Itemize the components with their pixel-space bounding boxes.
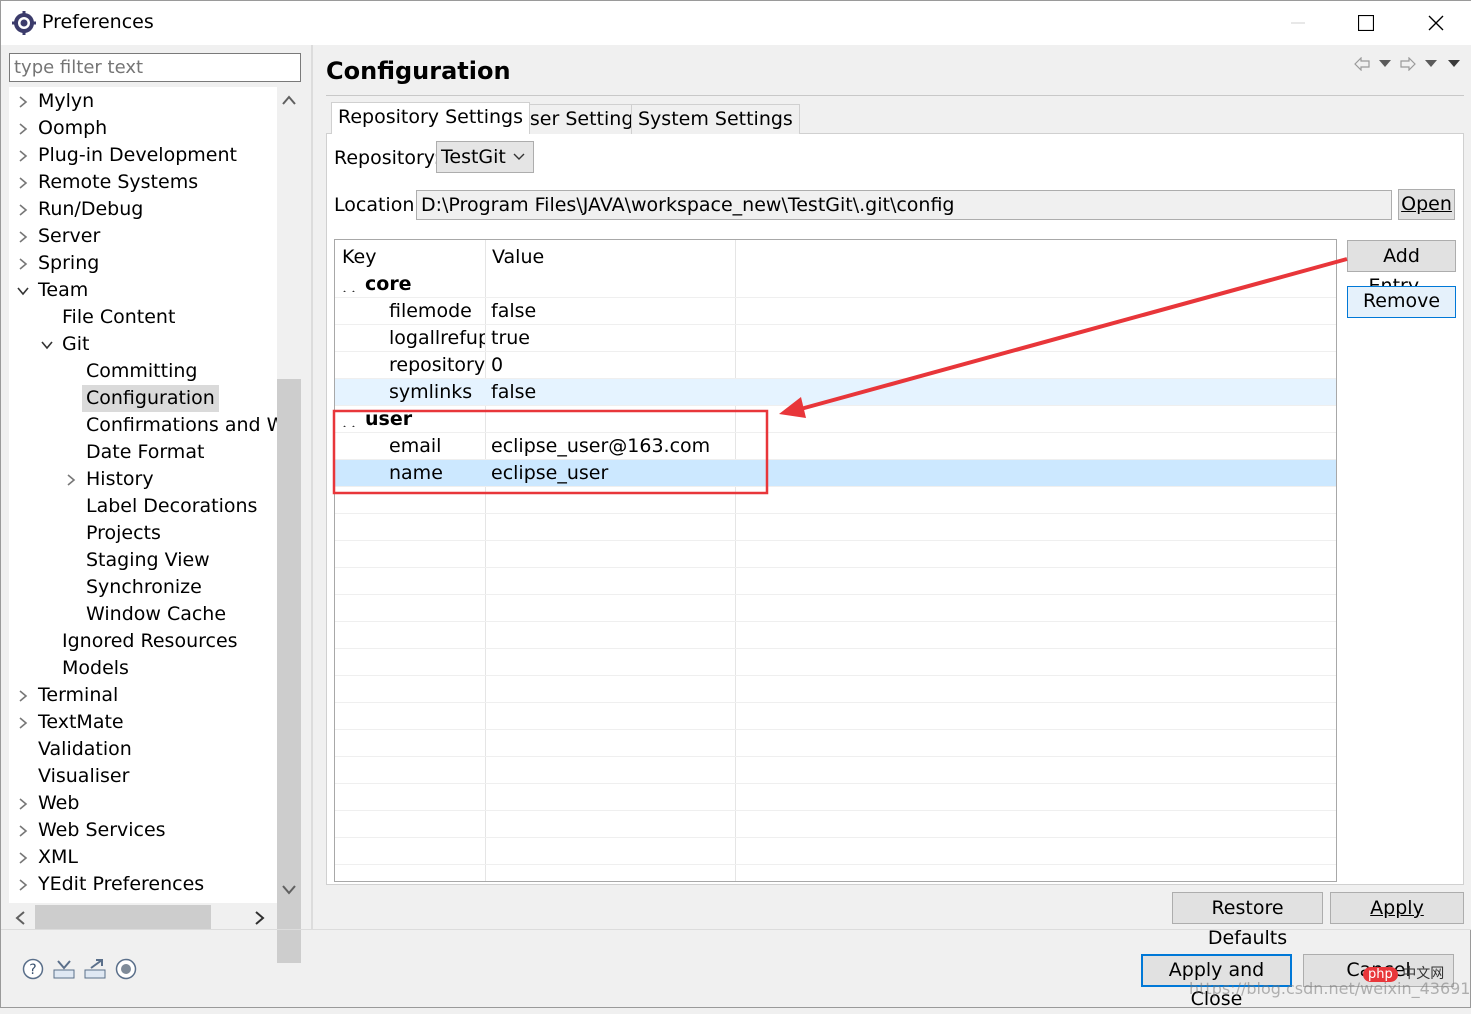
- help-icon[interactable]: ?: [22, 958, 44, 980]
- annotation-arrow: [796, 257, 1348, 412]
- footer-separator: [1, 929, 1471, 930]
- preferences-window: Preferences MylynOomphPlug-in Developmen…: [0, 0, 1471, 1010]
- svg-text:?: ?: [29, 962, 36, 978]
- tab-repository-settings[interactable]: Repository Settings: [331, 102, 530, 134]
- restore-defaults-button[interactable]: Restore Defaults: [1172, 892, 1323, 949]
- watermark-text: https://blog.csdn.net/weixin_43691058: [1189, 979, 1471, 998]
- annotation-overlay: [332, 257, 1348, 495]
- apply-button[interactable]: Apply: [1330, 892, 1464, 924]
- restore-defaults-label: Restore Defaults: [1207, 897, 1288, 949]
- record-icon[interactable]: [115, 958, 137, 980]
- highlight-rectangle: [332, 409, 769, 495]
- import-icon[interactable]: [53, 958, 75, 980]
- export-icon[interactable]: [84, 958, 106, 980]
- annotation-arrowhead: [779, 397, 806, 418]
